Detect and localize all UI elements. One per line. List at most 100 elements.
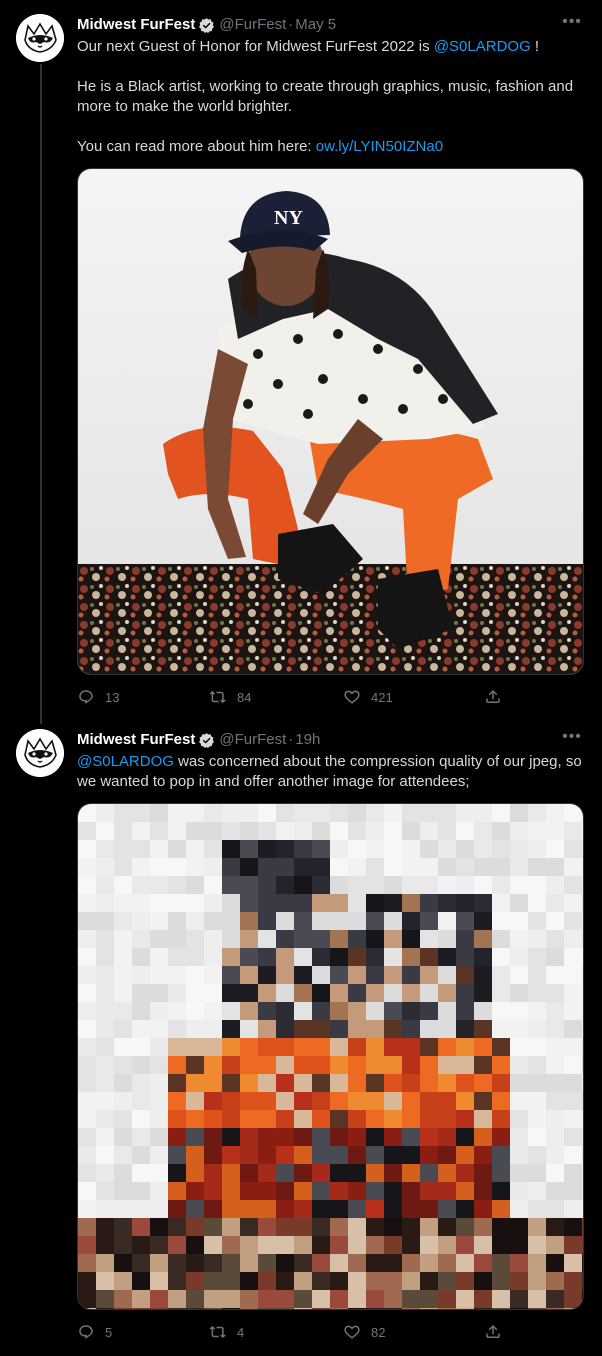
pixel-block (384, 840, 402, 858)
pixel-block (240, 1110, 258, 1128)
pixel-block (492, 822, 510, 840)
pixel-block (402, 1272, 420, 1290)
author-name[interactable]: Midwest FurFest (77, 15, 195, 35)
pixel-block (510, 894, 528, 912)
tweet-photo-pixelated[interactable] (77, 803, 584, 1310)
pixel-block (312, 804, 330, 822)
pixel-block (438, 822, 456, 840)
pixel-block (132, 966, 150, 984)
pixel-block (474, 858, 492, 876)
pixel-block (492, 804, 510, 822)
pixel-block (204, 1092, 222, 1110)
pixel-block (528, 840, 546, 858)
share-button[interactable] (484, 687, 502, 707)
pixel-block (510, 822, 528, 840)
pixel-block (168, 822, 186, 840)
pixel-block (96, 1020, 114, 1038)
pixel-block (384, 1056, 402, 1074)
pixel-block (312, 1020, 330, 1038)
tweet-header: Midwest FurFest @FurFest · 19h (77, 730, 320, 750)
share-button[interactable] (484, 1322, 502, 1342)
pixel-block (240, 1056, 258, 1074)
pixel-block (258, 1218, 276, 1236)
pixel-block (186, 1146, 204, 1164)
author-handle[interactable]: @FurFest (219, 730, 286, 750)
pixel-block (78, 1038, 96, 1056)
pixel-block (420, 1164, 438, 1182)
pixel-block (222, 1074, 240, 1092)
pixel-block (294, 948, 312, 966)
pixel-block (366, 948, 384, 966)
pixel-block (438, 804, 456, 822)
pixel-block (402, 912, 420, 930)
tweet-photo[interactable]: NY (77, 168, 584, 675)
pixel-block (366, 1020, 384, 1038)
tweet-timestamp[interactable]: May 5 (295, 15, 336, 35)
pixel-block (510, 1146, 528, 1164)
avatar[interactable] (16, 729, 64, 777)
pixel-block (456, 1092, 474, 1110)
reply-button[interactable]: 5 (77, 1322, 112, 1342)
pixel-block (492, 1128, 510, 1146)
pixel-block (258, 1092, 276, 1110)
like-button[interactable]: 82 (343, 1322, 385, 1342)
pixel-block (384, 1254, 402, 1272)
pixel-block (204, 1002, 222, 1020)
pixel-block (456, 1110, 474, 1128)
pixel-block (564, 876, 582, 894)
pixel-block (78, 1074, 96, 1092)
pixel-block (564, 1074, 582, 1092)
tweet-timestamp[interactable]: 19h (295, 730, 320, 750)
retweet-button[interactable]: 4 (209, 1322, 244, 1342)
pixel-block (294, 1308, 312, 1309)
pixel-block (168, 1182, 186, 1200)
pixel-block (582, 1254, 583, 1272)
pixel-block (312, 948, 330, 966)
mention-link[interactable]: @S0LARDOG (434, 38, 531, 55)
pixelated-image (78, 804, 583, 1309)
pixel-block (168, 1020, 186, 1038)
pixel-block (168, 804, 186, 822)
pixel-block (474, 822, 492, 840)
pixel-block (276, 840, 294, 858)
pixel-block (114, 1308, 132, 1309)
pixel-block (384, 1164, 402, 1182)
pixel-block (330, 984, 348, 1002)
pixel-block (564, 1092, 582, 1110)
pixel-block (78, 966, 96, 984)
pixel-block (510, 1002, 528, 1020)
author-handle[interactable]: @FurFest (219, 15, 286, 35)
pixel-block (546, 876, 564, 894)
pixel-block (528, 1110, 546, 1128)
avatar[interactable] (16, 14, 64, 62)
pixel-block (348, 930, 366, 948)
author-name[interactable]: Midwest FurFest (77, 730, 195, 750)
more-icon[interactable]: ••• (562, 14, 582, 36)
external-link[interactable]: ow.ly/LYIN50IZNa0 (316, 138, 443, 155)
pixel-block (96, 1290, 114, 1308)
pixel-block (420, 1056, 438, 1074)
pixel-block (582, 1218, 583, 1236)
pixel-block (240, 948, 258, 966)
pixel-block (276, 1020, 294, 1038)
pixel-block (510, 1308, 528, 1309)
retweet-button[interactable]: 84 (209, 687, 251, 707)
pixel-block (150, 876, 168, 894)
pixel-block (582, 912, 583, 930)
like-button[interactable]: 421 (343, 687, 393, 707)
pixel-block (150, 1236, 168, 1254)
pixel-block (150, 1182, 168, 1200)
pixel-block (492, 1074, 510, 1092)
pixel-block (294, 1236, 312, 1254)
pixel-block (222, 948, 240, 966)
pixel-block (78, 1290, 96, 1308)
reply-button[interactable]: 13 (77, 687, 119, 707)
pixel-block (420, 1218, 438, 1236)
pixel-block (474, 894, 492, 912)
pixel-block (582, 1290, 583, 1308)
pixel-block (96, 858, 114, 876)
pixel-block (204, 894, 222, 912)
more-icon[interactable]: ••• (562, 729, 582, 751)
mention-link[interactable]: @S0LARDOG (77, 753, 174, 770)
pixel-block (402, 1236, 420, 1254)
